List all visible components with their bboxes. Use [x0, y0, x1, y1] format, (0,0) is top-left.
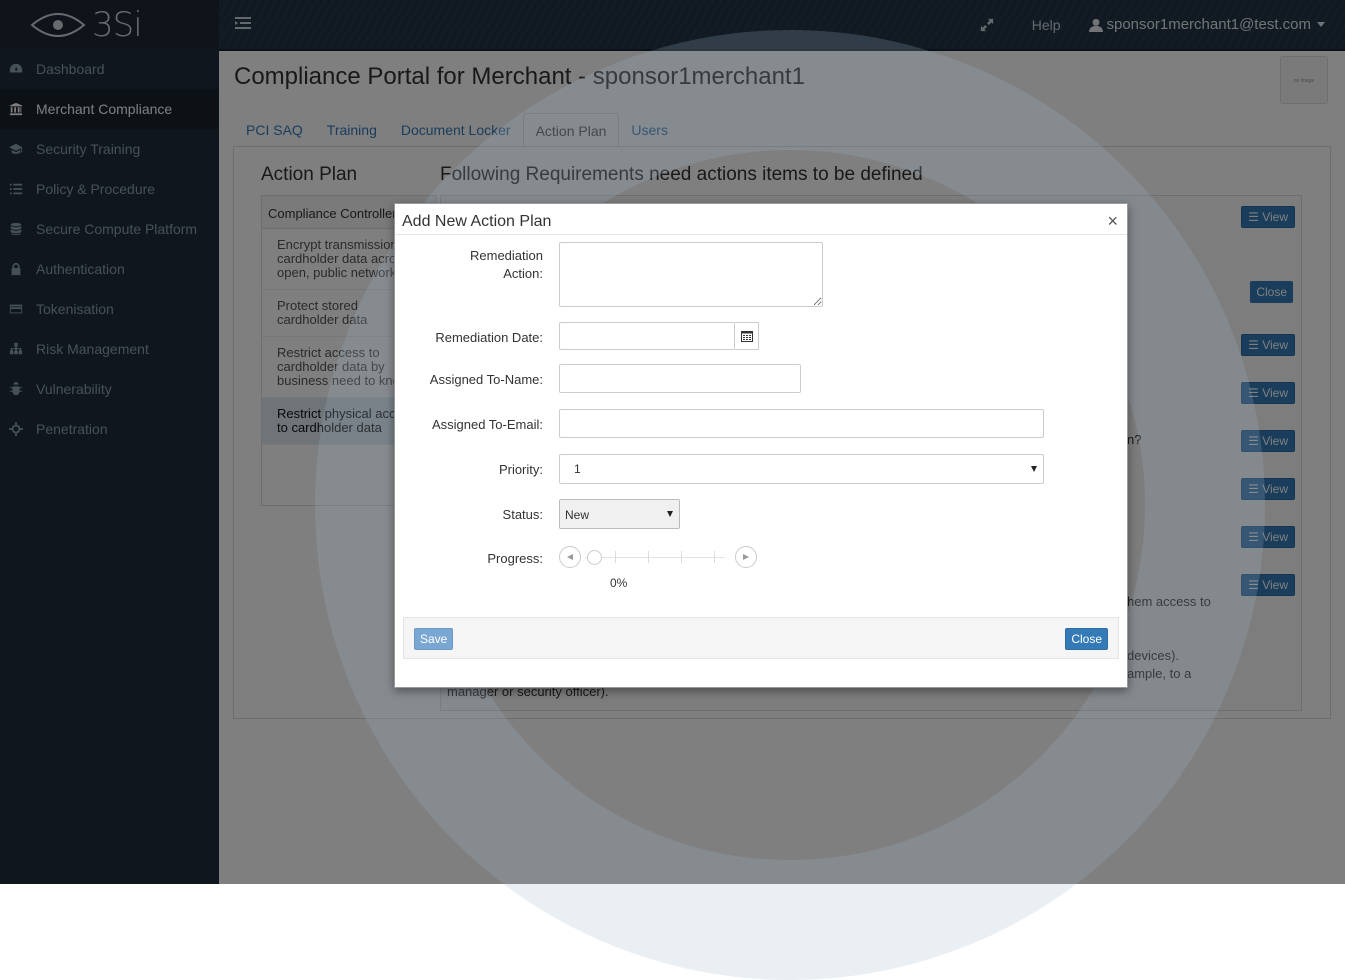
status-select[interactable]: New	[559, 499, 680, 529]
slider-decrease-button[interactable]	[559, 546, 581, 568]
dropdown-arrow-icon	[667, 511, 673, 517]
slider-tick	[681, 551, 682, 563]
triangle-right-icon	[743, 554, 749, 560]
slider-tick	[615, 551, 616, 563]
slider-tick	[648, 551, 649, 563]
status-label: Status:	[502, 507, 543, 522]
progress-value: 0%	[610, 576, 628, 590]
remediation-action-textarea[interactable]	[559, 242, 823, 307]
remediation-date-input[interactable]	[559, 322, 735, 350]
progress-slider-track[interactable]	[585, 551, 725, 563]
calendar-icon	[740, 331, 753, 342]
close-button[interactable]: Close	[1065, 628, 1108, 650]
slider-tick	[714, 551, 715, 563]
modal-header: Add New Action Plan ×	[395, 204, 1127, 235]
modal-title: Add New Action Plan	[402, 213, 552, 230]
priority-selected-value: 1	[574, 462, 581, 476]
assigned-email-input[interactable]	[559, 409, 1044, 438]
add-action-plan-modal: Add New Action Plan × Remediation Action…	[394, 203, 1128, 688]
slider-increase-button[interactable]	[735, 546, 757, 568]
calendar-button[interactable]	[735, 322, 759, 350]
remediation-action-label: Remediation Action:	[470, 248, 543, 281]
assigned-name-input[interactable]	[559, 364, 801, 393]
status-selected-value: New	[565, 508, 590, 522]
remediation-date-label: Remediation Date:	[435, 330, 543, 345]
priority-select[interactable]: 1	[559, 454, 1044, 484]
triangle-left-icon	[567, 554, 573, 560]
close-icon[interactable]: ×	[1107, 211, 1118, 232]
dropdown-arrow-icon	[1031, 466, 1037, 472]
assigned-name-label: Assigned To-Name:	[429, 372, 543, 387]
progress-label: Progress:	[487, 551, 543, 566]
progress-slider-handle[interactable]	[587, 550, 602, 565]
priority-label: Priority:	[498, 462, 543, 477]
modal-footer: Save Close	[403, 617, 1119, 659]
save-button[interactable]: Save	[414, 628, 454, 650]
assigned-email-label: Assigned To-Email:	[431, 417, 543, 432]
